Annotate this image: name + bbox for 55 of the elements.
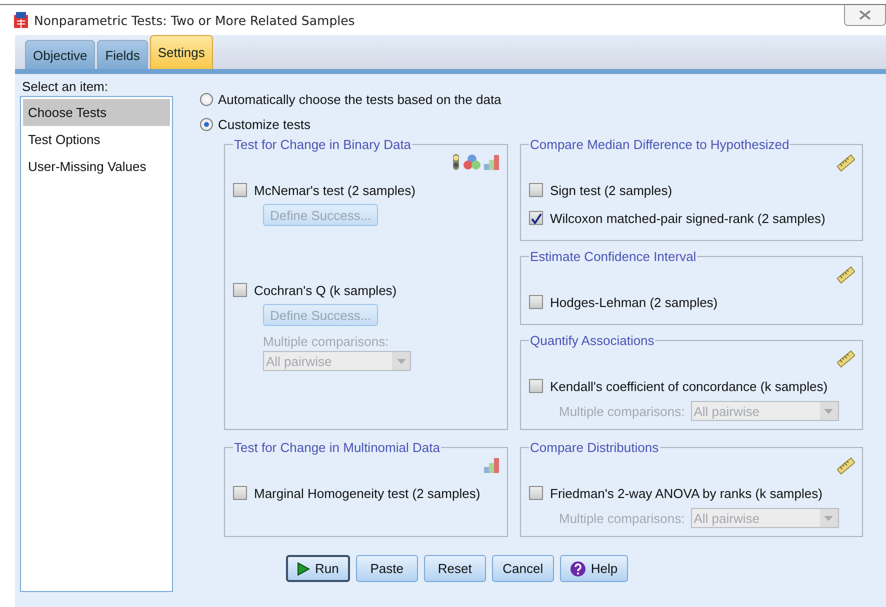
checkbox[interactable]: [233, 283, 247, 297]
caret-icon: [824, 516, 834, 520]
checkbox[interactable]: [233, 183, 247, 197]
checkbox-label[interactable]: Marginal Homogeneity test (2 samples): [254, 486, 480, 500]
window-title: Nonparametric Tests: Two or More Related Samples: [34, 12, 355, 28]
close-button[interactable]: [844, 5, 886, 26]
checkbox-label[interactable]: Sign test (2 samples): [550, 182, 672, 198]
help-icon: [570, 560, 586, 576]
group-title: Compare Distributions: [529, 440, 660, 455]
checkbox-label[interactable]: McNemar's test (2 samples): [254, 182, 416, 198]
caret-icon: [824, 408, 834, 414]
help-button[interactable]: Help: [560, 555, 628, 582]
caret-icon: [396, 358, 406, 364]
radio-button[interactable]: [200, 118, 213, 131]
dialog-button[interactable]: Cancel: [492, 555, 554, 582]
dropdown-label: Multiple comparisons:: [263, 334, 390, 349]
checkbox[interactable]: [529, 486, 543, 500]
radio-label[interactable]: Automatically choose the tests based on the data: [218, 92, 502, 107]
traffic-light-icon: [452, 154, 460, 170]
tab[interactable]: Objective: [25, 40, 96, 69]
checkbox-label[interactable]: Kendall's coefficient of concordance (k samples): [550, 378, 828, 394]
list-item[interactable]: Test Options: [23, 126, 170, 153]
close-icon: [859, 10, 871, 20]
group-title: Test for Change in Binary Data: [233, 137, 412, 152]
list-item[interactable]: Choose Tests: [23, 99, 170, 126]
checkbox[interactable]: [529, 379, 543, 393]
checkbox-label[interactable]: Hodges-Lehman (2 samples): [550, 294, 718, 310]
radio-button[interactable]: [200, 93, 213, 106]
bar-chart-icon: [484, 457, 500, 473]
run-button[interactable]: Run: [286, 555, 350, 582]
group-title: Estimate Confidence Interval: [529, 249, 698, 264]
checkbox-label[interactable]: Cochran's Q (k samples): [254, 282, 397, 298]
checkbox[interactable]: [529, 211, 543, 225]
circles-icon: [463, 154, 481, 170]
checkbox-label[interactable]: Wilcoxon matched-pair signed-rank (2 samples): [550, 210, 826, 226]
tab[interactable]: Fields: [97, 40, 148, 69]
radio-label[interactable]: Customize tests: [218, 117, 310, 132]
checkbox[interactable]: [529, 295, 543, 309]
dialog-button[interactable]: Paste: [356, 555, 418, 582]
app-icon: [14, 12, 28, 28]
checkbox[interactable]: [233, 486, 247, 500]
tab[interactable]: Settings: [150, 35, 213, 69]
dropdown-label: Multiple comparisons:: [559, 510, 685, 526]
group-title: Quantify Associations: [529, 333, 656, 348]
group-title: Test for Change in Multinomial Data: [233, 440, 441, 455]
list-item[interactable]: User-Missing Values: [23, 153, 170, 180]
group-title: Compare Median Difference to Hypothesized: [529, 137, 790, 152]
check-icon: [530, 212, 542, 224]
checkbox[interactable]: [529, 183, 543, 197]
bar-chart-icon: [484, 154, 500, 170]
dialog-button[interactable]: Reset: [424, 555, 486, 582]
play-icon: [297, 562, 310, 576]
checkbox-label[interactable]: Friedman's 2-way ANOVA by ranks (k samples): [550, 486, 822, 500]
list-label: Select an item:: [22, 79, 109, 94]
dropdown-label: Multiple comparisons:: [559, 404, 685, 418]
